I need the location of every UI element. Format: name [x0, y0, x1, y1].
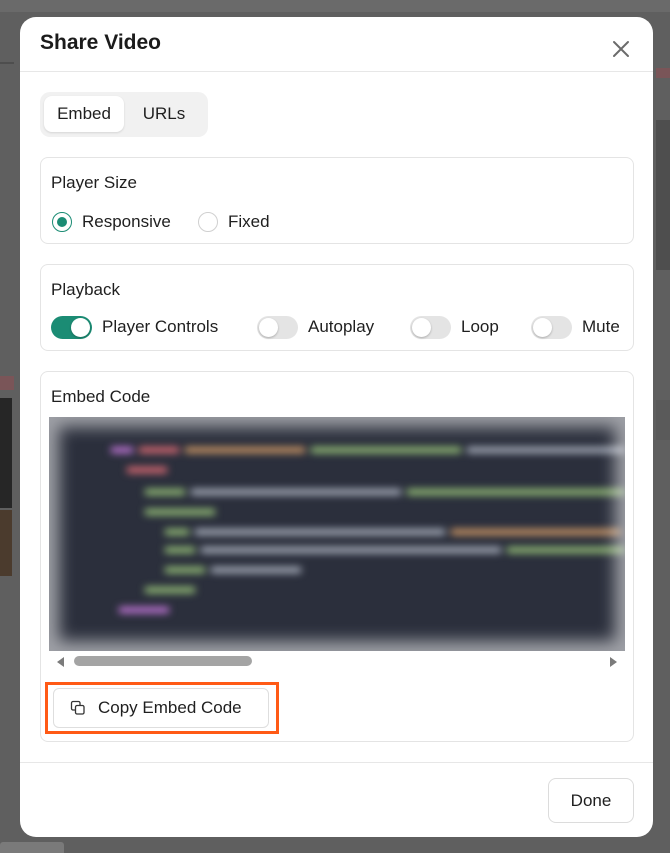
copy-embed-code-button[interactable]: Copy Embed Code	[53, 688, 269, 728]
switch-off	[257, 315, 298, 339]
toggle-label: Player Controls	[102, 317, 219, 336]
backdrop-fragment	[0, 842, 64, 853]
copy-icon	[70, 700, 85, 715]
backdrop-thumbnail	[656, 120, 670, 270]
toggle-loop[interactable]: Loop	[410, 315, 499, 339]
done-button[interactable]: Done	[548, 778, 634, 823]
scroll-right-arrow-icon[interactable]	[610, 657, 617, 667]
embed-code-section: Embed Code Copy Embed Code	[40, 371, 634, 742]
backdrop-fragment	[656, 400, 670, 440]
horizontal-scrollbar[interactable]	[49, 653, 625, 669]
toggle-label: Autoplay	[308, 317, 375, 336]
backdrop-fragment	[656, 68, 670, 78]
toggle-mute[interactable]: Mute	[531, 315, 620, 339]
toggle-player-controls[interactable]: Player Controls	[51, 315, 218, 339]
backdrop-fragment	[0, 62, 14, 64]
backdrop-thumbnail	[0, 510, 12, 576]
switch-on	[51, 315, 92, 339]
radio-label: Fixed	[228, 212, 270, 231]
toggle-autoplay[interactable]: Autoplay	[257, 315, 374, 339]
embed-code-block[interactable]	[49, 417, 625, 651]
copy-button-label: Copy Embed Code	[98, 698, 242, 717]
radio-responsive[interactable]: Responsive	[52, 210, 171, 234]
toggle-label: Loop	[461, 317, 499, 336]
tab-embed[interactable]: Embed	[44, 96, 124, 132]
share-video-modal: Share Video Embed URLs Player Size Respo…	[20, 17, 653, 837]
backdrop-fragment	[0, 376, 14, 390]
radio-indicator	[198, 212, 218, 232]
toggle-label: Mute	[582, 317, 620, 336]
switch-off	[410, 315, 451, 339]
modal-header: Share Video	[20, 17, 653, 72]
player-size-title: Player Size	[51, 173, 137, 192]
embed-code-title: Embed Code	[51, 387, 151, 406]
player-size-section: Player Size Responsive Fixed	[40, 157, 634, 244]
radio-fixed[interactable]: Fixed	[198, 210, 270, 234]
close-button[interactable]	[608, 36, 634, 62]
backdrop-thumbnail	[0, 398, 12, 508]
switch-off	[531, 315, 572, 339]
footer-divider	[20, 762, 653, 763]
playback-section: Playback Player Controls Autoplay Loop M…	[40, 264, 634, 351]
backdrop-strip	[0, 0, 670, 12]
tab-bar: Embed URLs	[40, 92, 208, 137]
playback-title: Playback	[51, 280, 120, 299]
tab-urls[interactable]: URLs	[134, 96, 194, 132]
radio-indicator-checked	[52, 212, 72, 232]
scrollbar-thumb[interactable]	[74, 656, 252, 666]
close-icon	[613, 41, 629, 57]
blurred-code-image	[111, 447, 625, 613]
radio-label: Responsive	[82, 212, 171, 231]
scroll-left-arrow-icon[interactable]	[57, 657, 64, 667]
modal-title: Share Video	[40, 31, 161, 54]
